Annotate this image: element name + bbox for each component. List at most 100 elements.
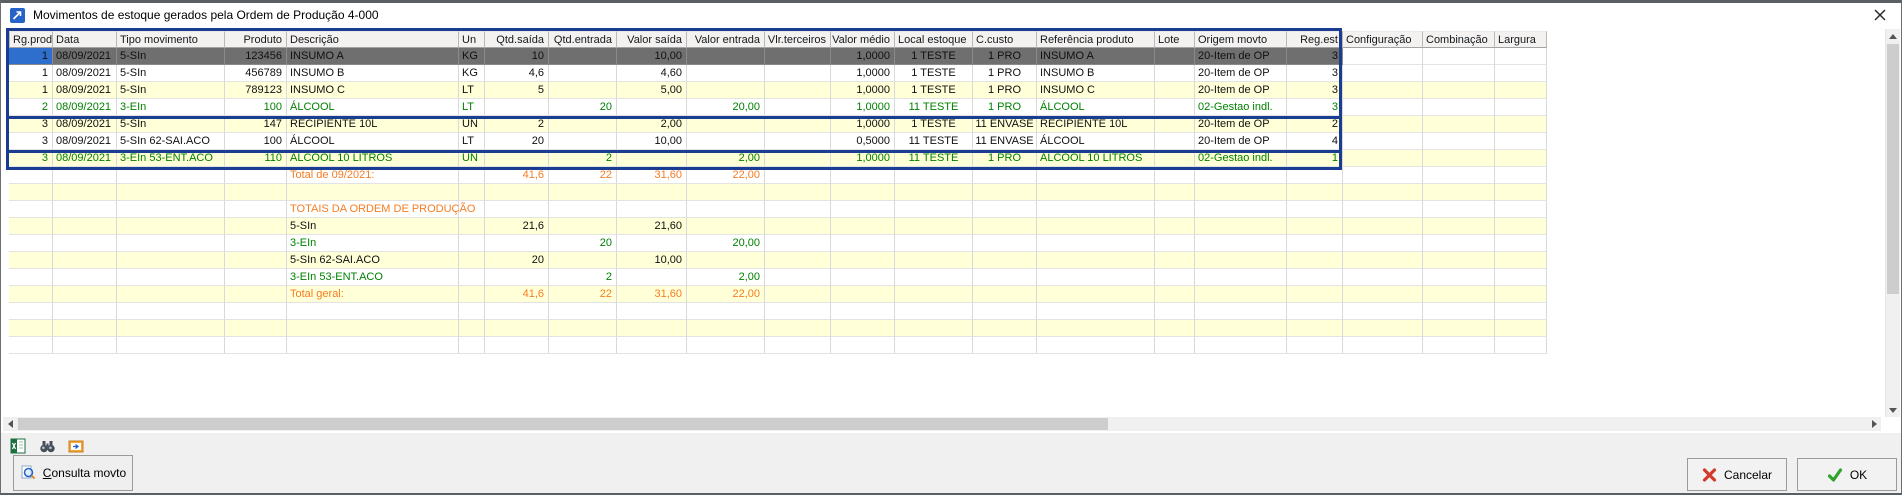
grid-cell[interactable]: 2 — [485, 116, 549, 133]
grid-cell[interactable] — [53, 184, 117, 201]
grid-cell[interactable]: 2,00 — [687, 269, 765, 286]
grid-cell[interactable]: 21,6 — [485, 218, 549, 235]
grid-cell[interactable] — [617, 235, 687, 252]
grid-cell[interactable] — [973, 252, 1037, 269]
grid-cell[interactable] — [9, 218, 53, 235]
grid-cell[interactable] — [1495, 337, 1547, 354]
table-row[interactable]: 108/09/20215-SIn123456INSUMO AKG1010,001… — [9, 48, 1547, 65]
grid-cell[interactable] — [9, 269, 53, 286]
grid-cell[interactable] — [765, 320, 831, 337]
grid-cell[interactable] — [117, 235, 225, 252]
grid-cell[interactable] — [117, 184, 225, 201]
grid-cell[interactable]: 3 — [9, 150, 53, 167]
grid-cell[interactable] — [1195, 167, 1287, 184]
grid-cell[interactable] — [973, 235, 1037, 252]
grid-cell[interactable] — [485, 337, 549, 354]
grid-cell[interactable]: 5-SIn — [287, 218, 459, 235]
grid-cell[interactable]: 20,00 — [687, 99, 765, 116]
grid-cell[interactable] — [687, 65, 765, 82]
grid-cell[interactable] — [1423, 320, 1495, 337]
grid-cell[interactable]: 1,0000 — [831, 99, 895, 116]
consulta-movto-button[interactable]: Consulta movto — [13, 455, 133, 491]
grid-cell[interactable] — [9, 337, 53, 354]
grid-cell[interactable] — [895, 201, 973, 218]
grid-cell[interactable] — [1037, 218, 1155, 235]
grid-cell[interactable] — [831, 235, 895, 252]
grid-cell[interactable] — [459, 320, 485, 337]
grid-cell[interactable] — [225, 286, 287, 303]
grid-cell[interactable]: 10,00 — [617, 48, 687, 65]
horizontal-scroll-thumb[interactable] — [18, 418, 1108, 430]
grid-cell[interactable]: 21,60 — [617, 218, 687, 235]
grid-cell[interactable]: 20 — [549, 99, 617, 116]
grid-cell[interactable] — [1495, 201, 1547, 218]
grid-cell[interactable] — [831, 201, 895, 218]
column-header[interactable]: Valor entrada — [687, 31, 765, 48]
grid-cell[interactable] — [765, 116, 831, 133]
grid-cell[interactable] — [1155, 320, 1195, 337]
grid-cell[interactable] — [53, 218, 117, 235]
table-row[interactable]: 5-SIn 21,6 21,60 — [9, 218, 1547, 235]
column-header[interactable]: Configuração — [1343, 31, 1423, 48]
grid-cell[interactable] — [831, 167, 895, 184]
grid-cell[interactable] — [831, 252, 895, 269]
grid-cell[interactable] — [1495, 82, 1547, 99]
grid-cell[interactable] — [485, 269, 549, 286]
grid-cell[interactable]: 1,0000 — [831, 65, 895, 82]
grid-cell[interactable] — [765, 269, 831, 286]
grid-cell[interactable] — [1155, 303, 1195, 320]
grid-cell[interactable]: LT — [459, 133, 485, 150]
grid-cell[interactable] — [1037, 167, 1155, 184]
grid-cell[interactable] — [117, 286, 225, 303]
grid-cell[interactable] — [225, 218, 287, 235]
grid-cell[interactable]: INSUMO C — [1037, 82, 1155, 99]
grid-cell[interactable]: 789123 — [225, 82, 287, 99]
table-row[interactable]: 5-SIn 62-SAI.ACO2010,00 — [9, 252, 1547, 269]
grid-cell[interactable] — [831, 184, 895, 201]
grid-cell[interactable] — [459, 184, 485, 201]
grid-cell[interactable] — [117, 218, 225, 235]
grid-cell[interactable] — [53, 235, 117, 252]
binoculars-search-icon[interactable] — [38, 437, 56, 454]
grid-cell[interactable]: 456789 — [225, 65, 287, 82]
grid-cell[interactable]: INSUMO C — [287, 82, 459, 99]
grid-cell[interactable] — [1343, 286, 1423, 303]
grid-cell[interactable]: 3 — [9, 116, 53, 133]
grid-cell[interactable] — [765, 99, 831, 116]
grid-cell[interactable] — [287, 337, 459, 354]
grid-cell[interactable] — [225, 303, 287, 320]
grid-cell[interactable]: 11 TESTE — [895, 150, 973, 167]
grid-cell[interactable] — [1037, 252, 1155, 269]
table-row[interactable]: TOTAIS DA ORDEM DE PRODUÇÃO — [9, 201, 1547, 218]
grid-cell[interactable] — [1037, 235, 1155, 252]
grid-cell[interactable] — [973, 184, 1037, 201]
grid-cell[interactable] — [973, 167, 1037, 184]
grid-cell[interactable] — [765, 252, 831, 269]
table-row[interactable]: 308/09/20215-SIn147RECIPIENTE 10LUN22,00… — [9, 116, 1547, 133]
grid-cell[interactable] — [617, 337, 687, 354]
grid-cell[interactable] — [895, 269, 973, 286]
grid-cell[interactable]: 31,60 — [617, 167, 687, 184]
grid-cell[interactable] — [765, 167, 831, 184]
vertical-scroll-thumb[interactable] — [1887, 44, 1899, 294]
grid-cell[interactable]: 3 — [1287, 82, 1343, 99]
grid-cell[interactable] — [485, 235, 549, 252]
column-header[interactable]: Data — [53, 31, 117, 48]
column-header[interactable]: Local estoque — [895, 31, 973, 48]
grid-cell[interactable] — [765, 303, 831, 320]
grid-cell[interactable]: ÁLCOOL 10 LITROS — [287, 150, 459, 167]
grid-cell[interactable] — [1155, 235, 1195, 252]
grid-cell[interactable] — [459, 201, 485, 218]
grid-cell[interactable]: 5-SIn 62-SAI.ACO — [117, 133, 225, 150]
grid-cell[interactable] — [1343, 320, 1423, 337]
column-header[interactable]: Un — [459, 31, 485, 48]
horizontal-scrollbar[interactable] — [3, 417, 1881, 431]
grid-cell[interactable] — [831, 337, 895, 354]
grid-cell[interactable] — [765, 218, 831, 235]
grid-cell[interactable]: Total geral: — [287, 286, 459, 303]
grid-cell[interactable]: 02-Gestao indl. — [1195, 150, 1287, 167]
grid-cell[interactable] — [1343, 167, 1423, 184]
column-header[interactable]: Qtd.saída — [485, 31, 549, 48]
grid-cell[interactable] — [459, 218, 485, 235]
column-header[interactable]: Referência produto — [1037, 31, 1155, 48]
